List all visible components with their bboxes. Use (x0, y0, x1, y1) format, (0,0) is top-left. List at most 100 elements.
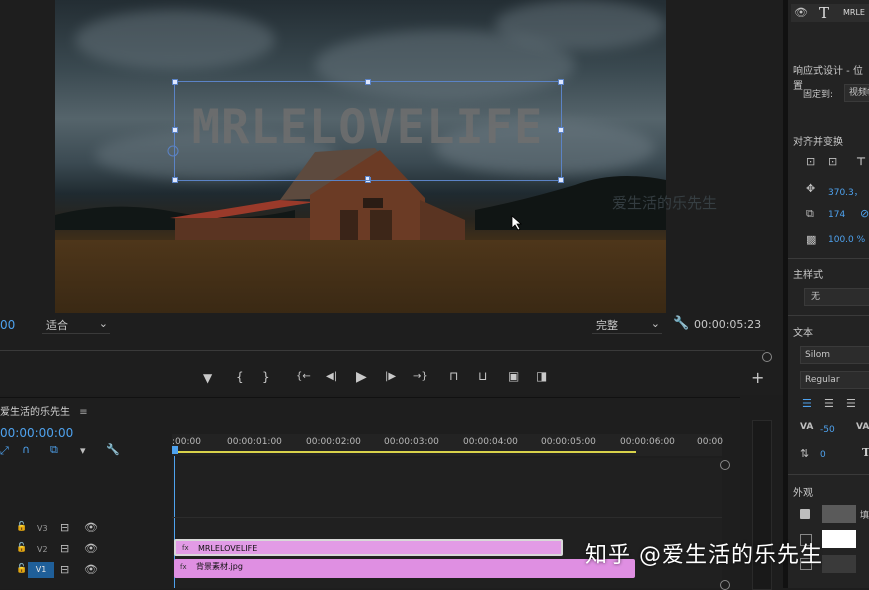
time-ruler[interactable]: :00:00 00:00:01:00 00:00:02:00 00:00:03:… (172, 434, 723, 456)
font-style-value: Regular (805, 375, 840, 385)
add-marker-icon[interactable]: ▾ (80, 444, 86, 457)
lock-icon[interactable]: 🔓 (16, 564, 27, 574)
align-center-icon[interactable]: ☰ (824, 397, 834, 410)
zoom-level-value: 适合 (46, 319, 68, 332)
shadow-color-swatch[interactable] (822, 555, 856, 573)
timeline-settings-wrench-icon[interactable]: 🔧 (106, 443, 120, 456)
chevron-down-icon: ⌄ (650, 317, 660, 330)
fill-color-swatch[interactable] (822, 505, 856, 523)
comparison-view-button[interactable]: ◨ (536, 369, 547, 383)
wrench-icon[interactable]: 🔧 (673, 316, 689, 331)
play-button[interactable]: ▶ (356, 369, 367, 385)
scroll-handle[interactable] (720, 580, 730, 590)
button-editor-button[interactable]: + (751, 368, 764, 387)
link-icon[interactable]: ⊘ (860, 207, 869, 220)
lock-icon[interactable]: 🔓 (16, 522, 27, 532)
lift-button[interactable]: ⊓ (449, 369, 458, 383)
monitor-scrub-bar[interactable] (0, 340, 772, 362)
sync-lock-icon[interactable]: ⊟ (60, 521, 69, 534)
opacity-checker-icon: ▩ (806, 233, 817, 246)
pin-to-label: 固定到: (803, 90, 834, 100)
go-to-out-button[interactable]: →} (413, 371, 428, 382)
snap-magnet-icon[interactable]: ∩ (22, 443, 30, 456)
panel-splitter[interactable] (783, 0, 787, 588)
add-marker-button[interactable]: ▼ (203, 371, 212, 385)
eye-icon[interactable]: 👁 (84, 521, 98, 534)
divider (788, 474, 869, 475)
linked-selection-icon[interactable]: ⧉ (50, 443, 58, 457)
fill-checkbox[interactable] (800, 509, 810, 519)
step-forward-button[interactable]: |▶ (385, 371, 396, 382)
scroll-handle[interactable] (720, 460, 730, 470)
fx-badge: fx (182, 544, 189, 552)
resize-handle[interactable] (172, 177, 178, 183)
track-target-v1[interactable]: V1 (28, 562, 54, 578)
resize-handle[interactable] (365, 79, 371, 85)
text-selection-box[interactable] (172, 79, 564, 183)
faux-bold-icon[interactable]: T (862, 446, 869, 459)
resize-handle[interactable] (558, 79, 564, 85)
clip-label: 背景素材.jpg (196, 562, 243, 571)
anchor-point[interactable] (365, 176, 370, 181)
playhead-handle[interactable] (172, 446, 178, 454)
kerning-value[interactable]: -50 (820, 425, 835, 435)
position-value[interactable]: 370.3， (828, 185, 863, 198)
sync-lock-icon[interactable]: ⊟ (60, 542, 69, 555)
font-family-value: Silom (805, 350, 830, 360)
font-style-select[interactable]: Regular (800, 371, 869, 389)
ruler-tick: 00:00:01:00 (227, 437, 282, 447)
duration-timecode: 00:00:05:23 (694, 318, 762, 331)
align-left-icon[interactable]: ☰ (802, 397, 812, 410)
resize-handle[interactable] (558, 127, 564, 133)
pin-to-select[interactable]: 视频帧 (844, 84, 869, 102)
zoom-scroll-handle[interactable] (762, 352, 772, 362)
rotation-value[interactable]: 174 (828, 210, 845, 220)
lock-icon[interactable]: 🔓 (16, 543, 27, 553)
eye-icon[interactable]: 👁 (84, 563, 98, 576)
leading-icon: ⇅ (800, 447, 810, 460)
sync-lock-icon[interactable]: ⊟ (60, 563, 69, 576)
panel-menu-icon[interactable]: ≡ (79, 407, 87, 418)
image-clip[interactable]: fx 背景素材.jpg (174, 559, 635, 578)
master-style-value: 无 (811, 292, 821, 302)
resize-handle[interactable] (172, 127, 178, 133)
layer-name: MRLE (843, 8, 865, 17)
mark-in-button[interactable]: { (236, 370, 244, 384)
resize-handle[interactable] (172, 79, 178, 85)
opacity-value[interactable]: 100.0 % (828, 235, 865, 245)
eye-icon[interactable]: 👁 (794, 6, 808, 19)
nest-toggle-icon[interactable]: ⤢ (0, 444, 9, 458)
kerning-icon: VA (800, 422, 814, 432)
go-to-in-button[interactable]: {← (296, 371, 311, 382)
align-top-icon[interactable]: ⊤ (856, 155, 866, 168)
faint-watermark: 爱生活的乐先生 (612, 194, 718, 212)
master-style-select[interactable]: 无 (804, 288, 869, 306)
align-right-icon[interactable]: ☰ (846, 397, 856, 410)
playhead-timecode[interactable]: 00 (0, 318, 15, 332)
timeline-timecode[interactable]: 00:00:00:00 (0, 426, 73, 440)
eye-icon[interactable]: 👁 (84, 542, 98, 555)
step-back-button[interactable]: ◀| (326, 371, 337, 382)
sequence-tab[interactable]: 爱生活的乐先生 ≡ (0, 403, 88, 418)
section-title-appearance: 外观 (793, 488, 813, 499)
resize-handle[interactable] (558, 177, 564, 183)
align-vertical-center-icon[interactable]: ⊡ (806, 155, 815, 168)
zhihu-watermark: 知乎 @爱生活的乐先生 (585, 543, 823, 568)
mark-out-button[interactable]: } (262, 370, 270, 384)
font-family-select[interactable]: Silom (800, 346, 869, 364)
graphic-clip[interactable]: fx MRLELOVELIFE (174, 539, 563, 556)
section-title-master-style: 主样式 (793, 270, 823, 281)
work-area-bar[interactable] (174, 451, 636, 453)
layer-row[interactable]: 👁 T MRLE (791, 4, 869, 22)
text-layer-icon: T (819, 4, 830, 22)
ruler-tick: 00:00:03:00 (384, 437, 439, 447)
align-horizontal-center-icon[interactable]: ⊡ (828, 155, 837, 168)
extract-button[interactable]: ⊔ (478, 369, 487, 383)
section-title-text: 文本 (793, 328, 813, 339)
zoom-level-select[interactable]: 适合 ⌄ (42, 317, 110, 334)
playback-resolution-select[interactable]: 完整 ⌄ (592, 317, 662, 334)
playback-resolution-value: 完整 (596, 319, 618, 332)
stroke-color-swatch[interactable] (822, 530, 856, 548)
leading-value[interactable]: 0 (820, 450, 826, 460)
export-frame-button[interactable]: ▣ (508, 369, 519, 383)
